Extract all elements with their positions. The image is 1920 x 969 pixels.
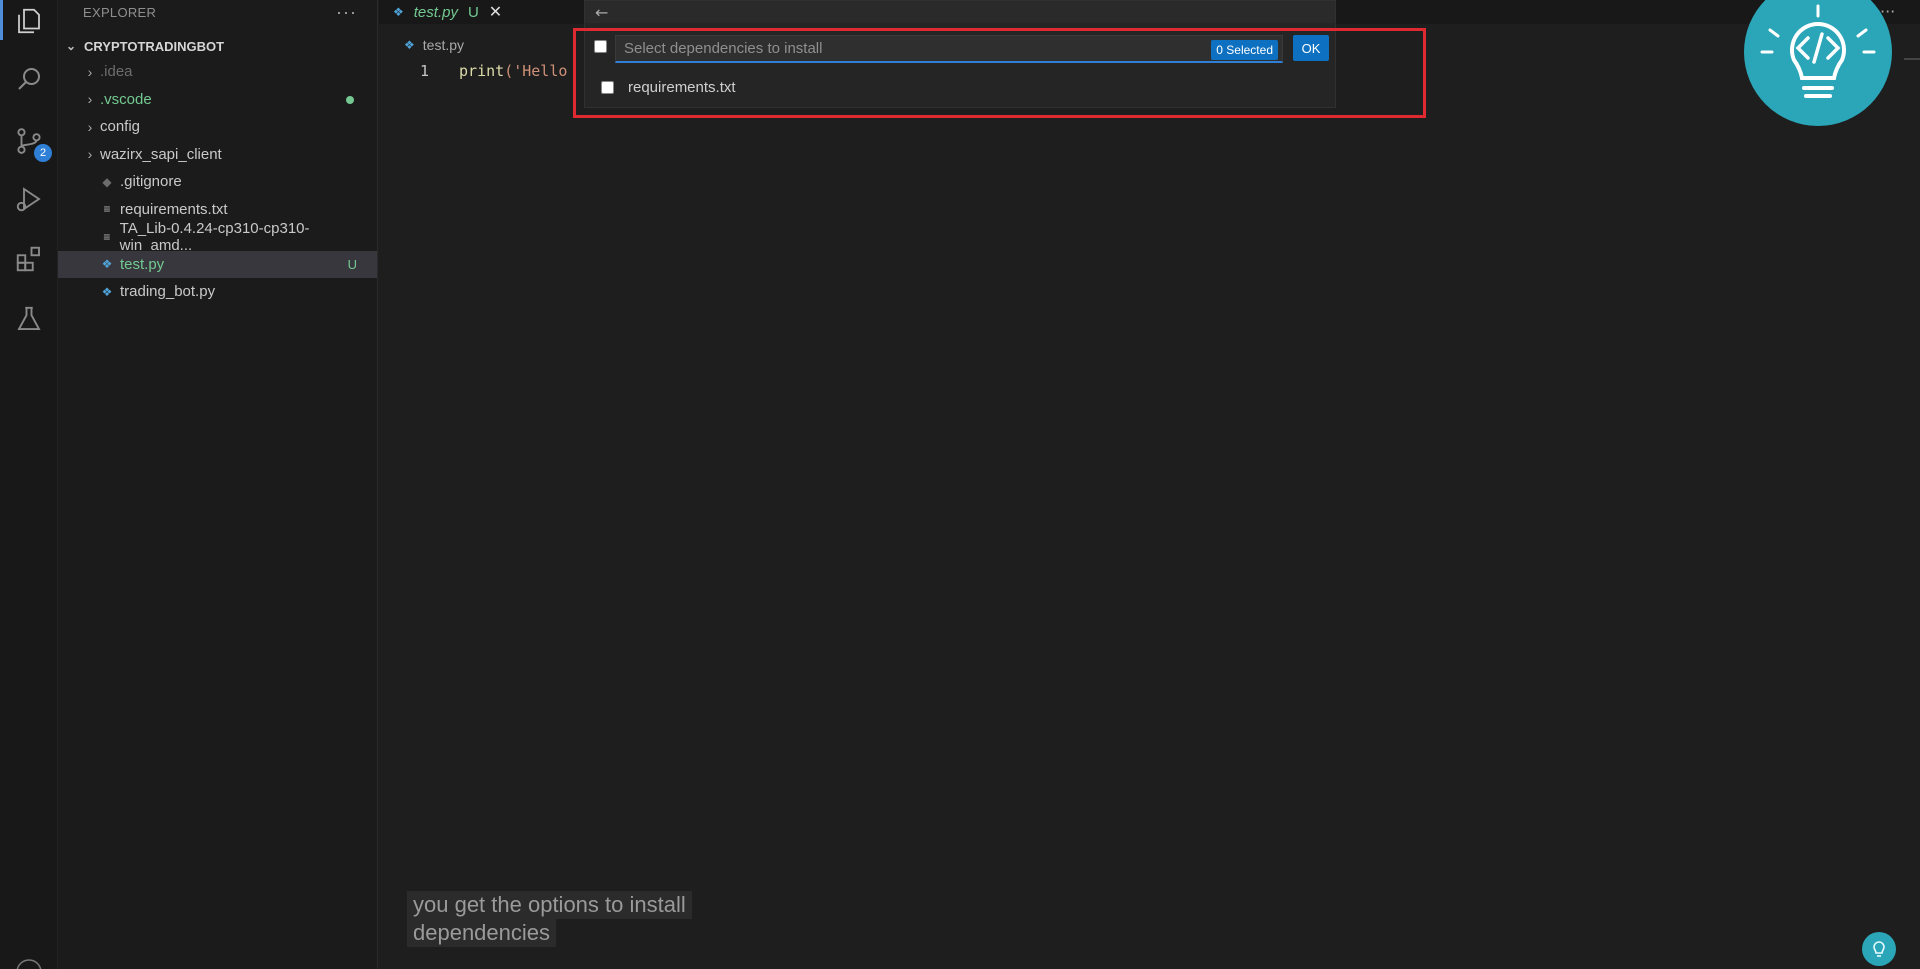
subtitle-caption: you get the options to install dependenc… [407, 891, 692, 947]
tree-item-test-py[interactable]: ❖ test.py U [58, 250, 377, 278]
tree-item-label: trading_bot.py [120, 283, 216, 301]
tree-item-label: wazirx_sapi_client [100, 145, 222, 163]
breadcrumb[interactable]: ❖ test.py [404, 37, 464, 53]
tab-label: test.py [413, 3, 458, 21]
text-file-icon: ≡ [103, 229, 111, 244]
python-file-icon: ❖ [101, 284, 113, 299]
minimap [1904, 58, 1920, 60]
text-file-icon: ≡ [103, 202, 111, 217]
tree-item-label: .idea [100, 63, 133, 81]
tree-item-label: .vscode [100, 90, 152, 108]
tree-item-talib[interactable]: ≡ TA_Lib-0.4.24-cp310-cp310-win_amd... [58, 219, 377, 254]
testing-icon[interactable] [12, 302, 46, 336]
quick-pick-title-bar: ← [585, 1, 1335, 23]
explorer-sidebar: EXPLORER ··· ⌄ CRYPTOTRADINGBOT › .idea … [58, 0, 378, 969]
workspace-folder[interactable]: ⌄ CRYPTOTRADINGBOT [58, 34, 377, 58]
code-function: print [459, 62, 505, 80]
close-icon[interactable]: ✕ [489, 2, 502, 22]
vscode-window: 2 EXPLORER ··· ⌄ CRYPTOTRADINGBOT › .ide… [0, 0, 1920, 969]
breadcrumb-file: test.py [422, 37, 465, 53]
untracked-status: U [347, 256, 357, 272]
active-indicator [0, 0, 3, 40]
tab-status: U [467, 3, 479, 21]
source-control-icon[interactable]: 2 [12, 124, 52, 162]
tree-item-label: .gitignore [120, 173, 182, 191]
activity-bar: 2 [0, 0, 58, 969]
run-debug-icon[interactable] [12, 182, 46, 216]
extensions-icon[interactable] [12, 242, 46, 276]
code-line[interactable]: 1 print('Hello [420, 62, 567, 80]
python-file-icon: ❖ [393, 5, 404, 19]
tree-item-label: config [100, 118, 141, 136]
chevron-right-icon: › [87, 146, 93, 163]
chevron-down-icon: ⌄ [66, 39, 77, 53]
python-file-icon: ❖ [101, 257, 113, 272]
scm-badge: 2 [34, 144, 52, 162]
more-actions-icon[interactable]: ··· [336, 2, 357, 23]
chevron-right-icon: › [87, 63, 93, 80]
tree-item-idea[interactable]: › .idea [58, 58, 377, 86]
tree-item-config[interactable]: › config [58, 113, 377, 141]
tree-item-wazirx[interactable]: › wazirx_sapi_client [58, 141, 377, 169]
chevron-right-icon: › [87, 118, 93, 135]
chevron-right-icon: › [87, 91, 93, 108]
tree-item-label: TA_Lib-0.4.24-cp310-cp310-win_amd... [119, 219, 310, 254]
python-file-icon: ❖ [404, 38, 415, 52]
explorer-title: EXPLORER [83, 4, 157, 20]
back-arrow-icon[interactable]: ← [595, 3, 608, 22]
watermark-logo-icon [1862, 932, 1896, 966]
workspace-folder-label: CRYPTOTRADINGBOT [84, 38, 225, 54]
tree-item-vscode[interactable]: › .vscode [58, 86, 377, 114]
highlight-box [573, 28, 1426, 118]
account-icon[interactable] [12, 952, 46, 969]
modified-dot-icon [346, 95, 354, 104]
line-number: 1 [420, 62, 430, 80]
git-file-icon: ◆ [102, 174, 112, 189]
channel-logo [1742, 0, 1894, 130]
explorer-icon[interactable] [12, 4, 46, 38]
sidebar-header: EXPLORER ··· [58, 0, 377, 24]
code-string: ('Hello [504, 62, 568, 80]
caption-line-1: you get the options to install [407, 891, 692, 919]
caption-line-2: dependencies [407, 919, 557, 947]
tab-test-py[interactable]: ❖ test.py U ✕ [393, 0, 502, 24]
search-icon[interactable] [12, 62, 46, 96]
tree-item-label: requirements.txt [120, 200, 228, 218]
tree-item-gitignore[interactable]: ◆ .gitignore [58, 168, 377, 196]
tree-item-label: test.py [120, 255, 165, 273]
tree-item-trading-bot[interactable]: ❖ trading_bot.py [58, 278, 377, 306]
